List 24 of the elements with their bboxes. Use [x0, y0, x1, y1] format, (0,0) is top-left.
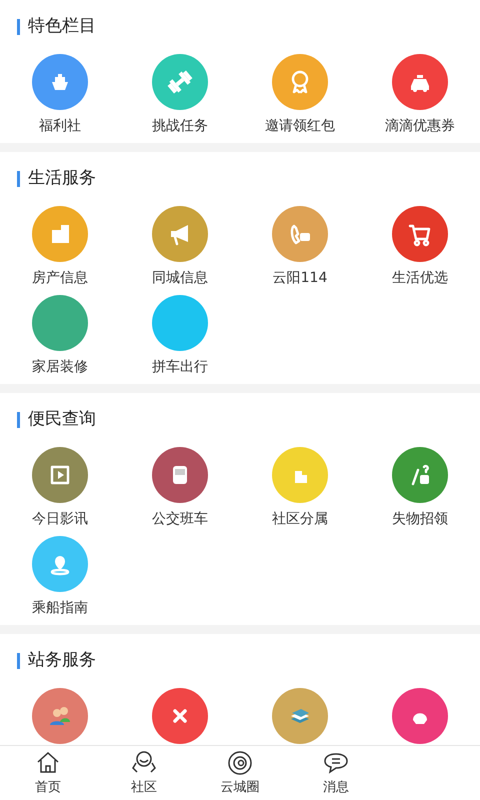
service-label[interactable]: 云阳114: [272, 268, 328, 289]
service-label[interactable]: 生活优选: [392, 268, 448, 289]
service-label[interactable]: 邀请领红包: [265, 116, 335, 137]
nav-tab[interactable]: 首页: [0, 746, 96, 800]
service-label[interactable]: 社区分属: [272, 509, 328, 530]
service-label[interactable]: 福利社: [39, 116, 81, 137]
nav-tab[interactable]: 消息: [288, 746, 384, 800]
service-label[interactable]: 乘船指南: [32, 598, 88, 619]
service-label[interactable]: 失物招领: [392, 509, 448, 530]
service-label[interactable]: 今日影讯: [32, 509, 88, 530]
nav-tab[interactable]: 云城圈: [192, 746, 288, 800]
section-title: 特色栏目: [28, 15, 96, 38]
section-title: 生活服务: [28, 167, 96, 190]
orbit-icon: [226, 748, 254, 777]
service-label[interactable]: 房产信息: [32, 268, 88, 289]
service-label[interactable]: 公交班车: [152, 509, 208, 530]
nav-tab[interactable]: 社区: [96, 746, 192, 800]
service-label[interactable]: 滴滴优惠券: [385, 116, 455, 137]
section-title: 站务服务: [28, 649, 96, 672]
service-label[interactable]: 同城信息: [152, 268, 208, 289]
service-label[interactable]: 拼车出行: [152, 357, 208, 378]
service-label[interactable]: 挑战任务: [152, 116, 208, 137]
service-label[interactable]: 家居装修: [32, 357, 88, 378]
section-title: 便民查询: [28, 408, 96, 432]
